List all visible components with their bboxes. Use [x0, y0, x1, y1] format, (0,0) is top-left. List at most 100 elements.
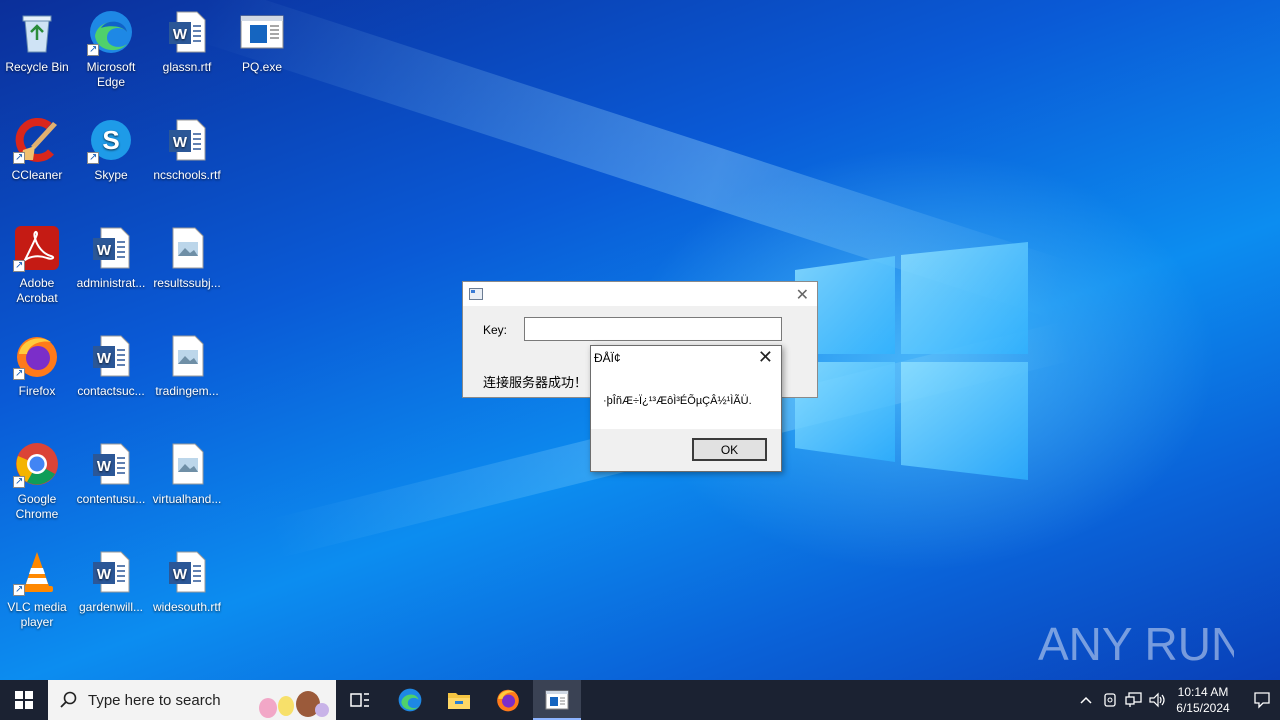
app-window-titlebar[interactable]: ✕	[463, 282, 817, 306]
icon-label: gardenwill...	[78, 600, 144, 614]
desktop-icon-edge[interactable]: Microsoft Edge	[74, 8, 148, 90]
taskbar-firefox-button[interactable]	[484, 680, 532, 720]
notification-icon	[1254, 692, 1270, 709]
anyrun-watermark: ANY RUN	[1038, 618, 1234, 670]
desktop-icon-glassn-rtf[interactable]: W glassn.rtf	[150, 8, 224, 75]
svg-text:W: W	[97, 242, 112, 259]
action-center-button[interactable]	[1244, 680, 1280, 720]
desktop-icon-vlc[interactable]: VLC media player	[0, 548, 74, 630]
svg-text:S: S	[102, 125, 119, 155]
message-box-text: ·þÎñÆ÷Ï¿¹³ÆôÌ³ÉÕµÇÂ½¹ÌÃÜ.	[603, 395, 752, 407]
desktop-icon-ncschools-rtf[interactable]: W ncschools.rtf	[150, 116, 224, 183]
search-highlight-illustration-icon	[259, 691, 329, 718]
word-document-icon: W	[169, 11, 206, 53]
tray-network-button[interactable]	[1122, 680, 1146, 720]
shortcut-arrow-icon	[13, 474, 25, 489]
search-placeholder: Type here to search	[88, 691, 221, 709]
image-file-icon	[172, 443, 204, 485]
app-window-icon	[240, 15, 284, 49]
shortcut-arrow-icon	[13, 582, 25, 597]
task-view-button[interactable]	[336, 680, 384, 720]
image-file-icon	[172, 335, 204, 377]
close-icon[interactable]: ✕	[758, 347, 773, 368]
message-box-footer: OK	[591, 429, 781, 471]
tray-device-button[interactable]	[1098, 680, 1122, 720]
svg-text:W: W	[173, 26, 188, 43]
network-icon	[1125, 692, 1142, 707]
icon-label: Skype	[94, 168, 128, 182]
taskbar-file-explorer-button[interactable]	[435, 680, 483, 720]
windows-logo-wallpaper	[795, 242, 1028, 480]
recycle-bin-icon	[22, 15, 52, 53]
start-button[interactable]	[0, 680, 48, 720]
svg-text:W: W	[97, 566, 112, 583]
desktop-icon-firefox[interactable]: Firefox	[0, 332, 74, 399]
key-label: Key:	[483, 323, 508, 337]
speaker-icon	[1149, 692, 1165, 708]
taskbar-app-button[interactable]	[533, 680, 581, 720]
word-document-icon: W	[93, 227, 130, 269]
edge-icon	[398, 688, 422, 712]
key-input[interactable]	[524, 317, 782, 341]
icon-label: ncschools.rtf	[153, 168, 221, 182]
icon-label: Google Chrome	[15, 492, 59, 521]
status-text: 连接服务器成功！	[483, 375, 588, 390]
close-icon[interactable]: ✕	[796, 285, 809, 305]
message-box: ÐÅÏ¢ ✕ ·þÎñÆ÷Ï¿¹³ÆôÌ³ÉÕµÇÂ½¹ÌÃÜ. OK	[590, 345, 782, 472]
desktop-icon-contentusu[interactable]: W contentusu...	[74, 440, 148, 507]
tray-volume-button[interactable]	[1146, 680, 1170, 720]
desktop-icon-adobe-acrobat[interactable]: Adobe Acrobat	[0, 224, 74, 306]
icon-label: contentusu...	[76, 492, 146, 506]
task-view-icon	[350, 693, 369, 707]
desktop-icon-administrat[interactable]: W administrat...	[74, 224, 148, 291]
watermark-text: ANY RUN	[1038, 618, 1234, 670]
app-window-icon	[469, 288, 483, 300]
taskbar-edge-button[interactable]	[386, 680, 434, 720]
icon-label: resultssubj...	[153, 276, 221, 290]
icon-label: Microsoft Edge	[86, 60, 136, 89]
image-file-icon	[172, 227, 204, 269]
system-tray: 10:14 AM 6/15/2024	[1060, 680, 1280, 720]
message-box-title: ÐÅÏ¢	[594, 351, 621, 365]
folder-icon	[448, 693, 470, 709]
shortcut-arrow-icon	[13, 258, 25, 273]
taskbar: Type here to search 10:14 AM 6/15/2024	[0, 680, 1280, 720]
desktop-icon-resultssubj[interactable]: resultssubj...	[150, 224, 224, 291]
icon-label: administrat...	[76, 276, 146, 290]
clock-date: 6/15/2024	[1176, 701, 1230, 715]
icon-label: virtualhand...	[152, 492, 222, 506]
desktop-icon-virtualhand[interactable]: virtualhand...	[150, 440, 224, 507]
show-hidden-icons-button[interactable]	[1074, 680, 1098, 720]
word-document-icon: W	[93, 443, 130, 485]
icon-label: CCleaner	[11, 168, 63, 182]
desktop-icon-tradingem[interactable]: tradingem...	[150, 332, 224, 399]
word-document-icon: W	[169, 119, 206, 161]
windows-start-icon	[15, 691, 33, 709]
icon-label: Firefox	[18, 384, 56, 398]
icon-label: VLC media player	[7, 600, 67, 629]
svg-text:W: W	[173, 134, 188, 151]
shortcut-arrow-icon	[13, 150, 25, 165]
desktop-icon-gardenwill[interactable]: W gardenwill...	[74, 548, 148, 615]
desktop-icon-recycle-bin[interactable]: Recycle Bin	[0, 8, 74, 75]
desktop-icon-ccleaner[interactable]: CCleaner	[0, 116, 74, 183]
taskbar-clock[interactable]: 10:14 AM 6/15/2024	[1168, 680, 1238, 720]
desktop-icon-widesouth-rtf[interactable]: W widesouth.rtf	[150, 548, 224, 615]
svg-text:W: W	[97, 458, 112, 475]
shortcut-arrow-icon	[87, 150, 99, 165]
svg-text:W: W	[173, 566, 188, 583]
desktop-icon-pq-exe[interactable]: PQ.exe	[225, 8, 299, 75]
ok-button[interactable]: OK	[692, 438, 767, 461]
word-document-icon: W	[169, 551, 206, 593]
app-window-icon	[545, 690, 569, 710]
desktop-icon-google-chrome[interactable]: Google Chrome	[0, 440, 74, 522]
device-icon	[1104, 693, 1116, 707]
desktop-icon-skype[interactable]: S Skype	[74, 116, 148, 183]
search-icon	[60, 691, 77, 708]
desktop-icon-contactsuc[interactable]: W contactsuc...	[74, 332, 148, 399]
clock-time: 10:14 AM	[1177, 685, 1229, 699]
icon-label: contactsuc...	[77, 384, 145, 398]
word-document-icon: W	[93, 551, 130, 593]
icon-label: PQ.exe	[241, 60, 283, 74]
taskbar-search-box[interactable]: Type here to search	[48, 680, 336, 720]
